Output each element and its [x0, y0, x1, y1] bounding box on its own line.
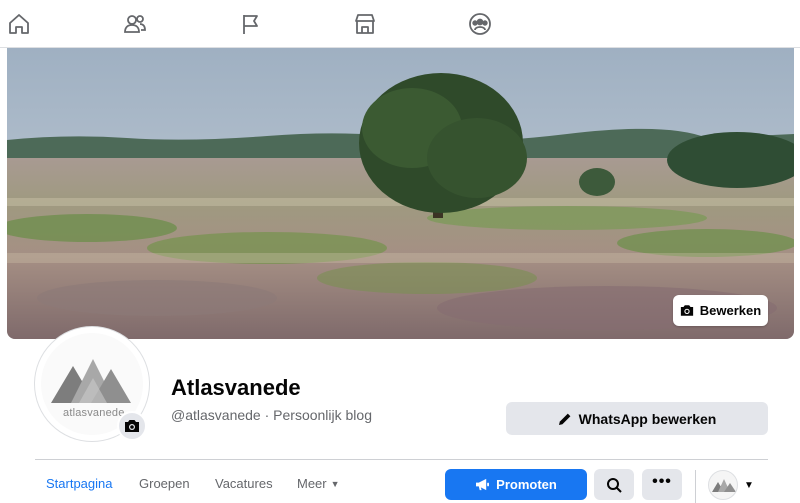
tab-label: Vacatures	[215, 476, 273, 491]
groups-icon[interactable]	[467, 11, 493, 37]
tab-vacatures[interactable]: Vacatures	[215, 476, 273, 491]
edit-whatsapp-button[interactable]: WhatsApp bewerken	[506, 402, 768, 435]
promote-label: Promoten	[496, 477, 557, 492]
tab-label: Groepen	[139, 476, 190, 491]
avatar-logo-text: atlasvanede	[63, 407, 125, 419]
update-profile-picture-button[interactable]	[117, 411, 147, 441]
promote-button[interactable]: Promoten	[445, 469, 587, 500]
page-handle-category: @atlasvanede · Persoonlijk blog	[171, 407, 372, 423]
caret-down-icon: ▼	[330, 479, 340, 489]
edit-cover-label: Bewerken	[699, 303, 762, 318]
tab-groepen[interactable]: Groepen	[139, 476, 190, 491]
tab-label: Startpagina	[46, 476, 113, 491]
page-title: Atlasvanede	[171, 375, 301, 400]
edit-cover-button[interactable]: Bewerken	[673, 295, 768, 326]
header-divider	[35, 459, 768, 460]
edit-whatsapp-label: WhatsApp bewerken	[578, 410, 717, 427]
mountains-logo-icon	[712, 479, 736, 492]
tab-label: Meer	[297, 476, 327, 491]
search-button[interactable]	[594, 469, 634, 500]
chevron-down-icon: ▼	[744, 479, 754, 491]
top-navigation-bar	[0, 0, 800, 48]
more-dots-icon: •••	[652, 472, 672, 490]
friends-icon[interactable]	[122, 11, 148, 37]
home-icon[interactable]	[6, 11, 32, 37]
marketplace-icon[interactable]	[352, 11, 378, 37]
search-icon	[607, 477, 622, 493]
more-options-button[interactable]: •••	[642, 469, 682, 500]
camera-icon	[680, 305, 693, 316]
tab-meer[interactable]: Meer ▼	[297, 476, 340, 491]
vertical-separator	[695, 470, 696, 503]
pages-flag-icon[interactable]	[238, 11, 264, 37]
camera-icon	[125, 420, 139, 432]
profile-switcher[interactable]: ▼	[708, 470, 760, 500]
mini-avatar	[708, 470, 738, 500]
megaphone-icon	[476, 478, 490, 491]
pencil-icon	[558, 413, 571, 425]
tab-startpagina[interactable]: Startpagina	[46, 476, 113, 491]
